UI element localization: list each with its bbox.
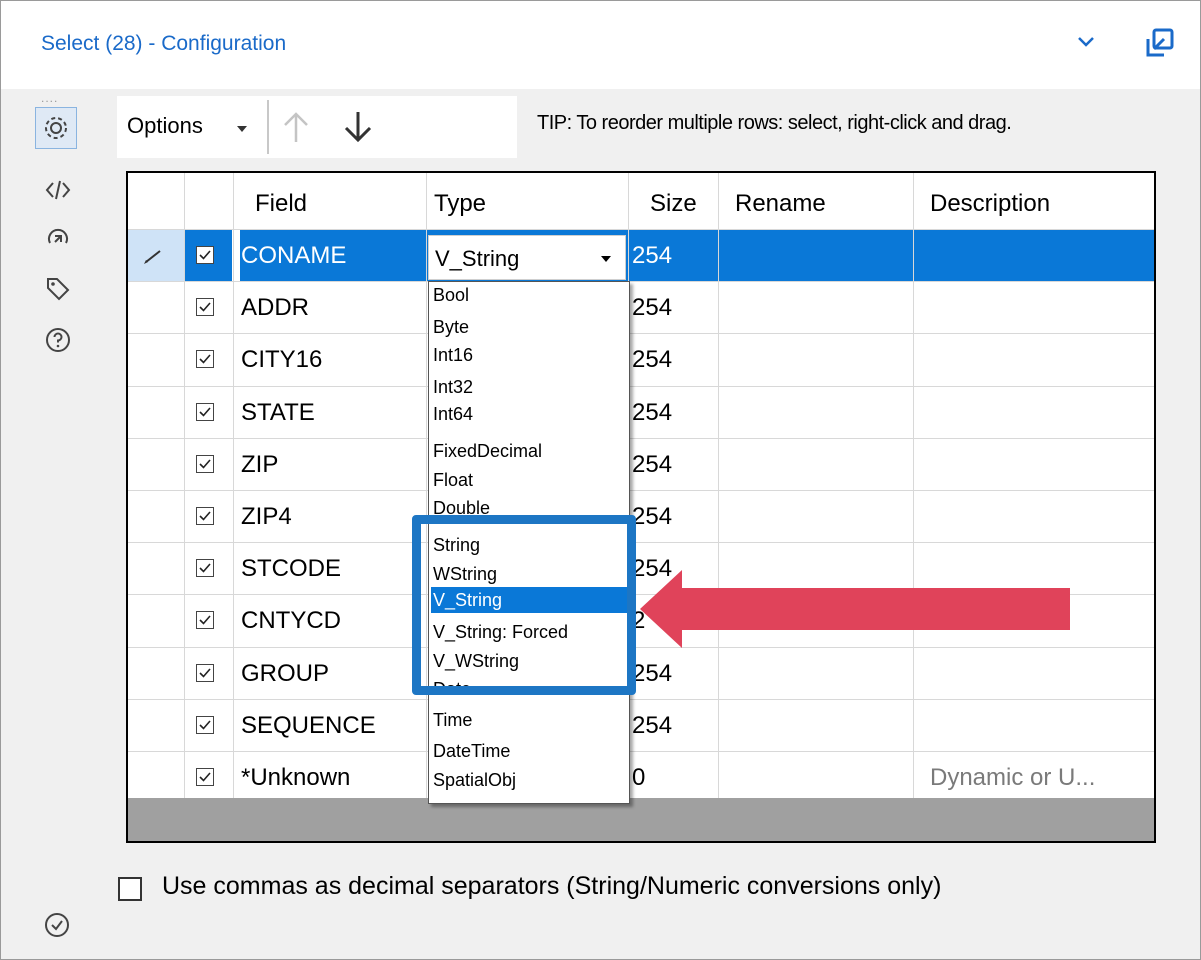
chevron-down-icon[interactable] <box>1076 34 1096 50</box>
header-rename[interactable]: Rename <box>735 173 826 229</box>
row-checkbox[interactable] <box>196 298 214 316</box>
tag-icon[interactable] <box>45 276 71 302</box>
field-name-cell[interactable]: ADDR <box>241 294 309 322</box>
row-checkbox[interactable] <box>196 559 214 577</box>
combobox-caret-icon[interactable] <box>601 256 611 262</box>
row-divider <box>128 699 1154 700</box>
row-checkbox[interactable] <box>196 716 214 734</box>
type-option[interactable]: Float <box>431 467 629 493</box>
title-bar: Select (28) - Configuration <box>1 1 1200 89</box>
type-option[interactable]: Int16 <box>431 342 629 368</box>
column-divider <box>718 173 719 798</box>
row-checkbox[interactable] <box>196 768 214 786</box>
type-option[interactable]: DateTime <box>431 738 629 764</box>
description-cell[interactable]: Dynamic or U... <box>930 764 1095 792</box>
edit-pencil-icon <box>144 250 161 264</box>
header-size[interactable]: Size <box>650 173 697 229</box>
row-checkbox[interactable] <box>196 350 214 368</box>
toolbar-separator <box>267 100 269 154</box>
row-divider <box>128 333 1154 334</box>
code-icon[interactable] <box>45 177 71 203</box>
size-cell[interactable]: 254 <box>632 242 672 270</box>
row-indicator <box>128 229 184 281</box>
drag-grip[interactable]: .... <box>41 91 58 105</box>
field-name-cell[interactable]: CITY16 <box>241 346 322 374</box>
row-divider <box>128 542 1154 543</box>
window-title: Select (28) - Configuration <box>41 32 287 55</box>
options-menu[interactable]: Options <box>127 113 203 139</box>
field-name-cell[interactable]: CNTYCD <box>241 607 341 635</box>
annotation-highlight-box <box>412 515 636 695</box>
row-checkbox[interactable] <box>196 455 214 473</box>
check-circle-icon[interactable] <box>44 912 70 938</box>
row-divider <box>128 490 1154 491</box>
tip-text: TIP: To reorder multiple rows: select, r… <box>537 112 1012 134</box>
field-name-cell[interactable]: CONAME <box>241 242 346 270</box>
field-name-cell[interactable]: GROUP <box>241 660 329 688</box>
row-divider <box>128 751 1154 752</box>
annotation-arrow-icon <box>640 570 1070 648</box>
type-option[interactable]: Int64 <box>431 401 629 427</box>
field-name-cell[interactable]: ZIP <box>241 451 278 479</box>
size-cell[interactable]: 254 <box>632 503 672 531</box>
grid-footer <box>128 798 1154 841</box>
type-option[interactable]: Time <box>431 707 629 733</box>
type-combobox-value: V_String <box>435 246 520 271</box>
popout-icon[interactable] <box>1142 25 1176 61</box>
field-name-cell[interactable]: *Unknown <box>241 764 350 792</box>
help-icon[interactable] <box>45 327 71 353</box>
size-cell[interactable]: 254 <box>632 346 672 374</box>
field-name-cell[interactable]: STATE <box>241 399 315 427</box>
field-name-cell[interactable]: STCODE <box>241 555 341 583</box>
size-cell[interactable]: 254 <box>632 660 672 688</box>
row-checkbox[interactable] <box>196 403 214 421</box>
decimal-separator-label[interactable]: Use commas as decimal separators (String… <box>162 872 941 901</box>
size-cell[interactable]: 254 <box>632 451 672 479</box>
move-up-icon[interactable] <box>281 110 311 144</box>
move-down-icon[interactable] <box>341 110 375 144</box>
column-divider <box>233 173 234 798</box>
header-field[interactable]: Field <box>255 173 307 229</box>
type-option[interactable]: FixedDecimal <box>431 438 629 464</box>
column-divider <box>913 173 914 798</box>
header-type[interactable]: Type <box>434 173 486 229</box>
column-divider <box>184 173 185 798</box>
row-checkbox[interactable] <box>196 507 214 525</box>
header-divider <box>128 229 1154 230</box>
field-name-cell[interactable]: ZIP4 <box>241 503 292 531</box>
annotation-icon[interactable] <box>45 226 71 252</box>
row-divider <box>128 386 1154 387</box>
settings-icon[interactable] <box>35 107 77 149</box>
row-checkbox[interactable] <box>196 246 214 264</box>
field-name-cell[interactable]: SEQUENCE <box>241 712 376 740</box>
header-description[interactable]: Description <box>930 173 1050 229</box>
field-grid: Field Type Size Rename Description CONAM… <box>126 171 1156 843</box>
type-option[interactable]: Int32 <box>431 374 629 400</box>
type-option[interactable]: Bool <box>431 282 629 308</box>
size-cell[interactable]: 254 <box>632 399 672 427</box>
left-sidebar: .... <box>1 89 101 959</box>
decimal-separator-checkbox[interactable] <box>118 877 142 901</box>
column-divider <box>426 173 427 798</box>
size-cell[interactable]: 254 <box>632 294 672 322</box>
size-cell[interactable]: 0 <box>632 764 645 792</box>
row-divider <box>128 281 1154 282</box>
toolbar: Options <box>117 96 517 158</box>
size-cell[interactable]: 254 <box>632 712 672 740</box>
type-option[interactable]: SpatialObj <box>431 767 629 793</box>
type-option[interactable]: Byte <box>431 314 629 340</box>
type-combobox[interactable]: V_String <box>428 235 626 280</box>
options-caret-icon[interactable] <box>237 126 247 132</box>
row-checkbox[interactable] <box>196 664 214 682</box>
row-checkbox[interactable] <box>196 611 214 629</box>
row-divider <box>128 438 1154 439</box>
